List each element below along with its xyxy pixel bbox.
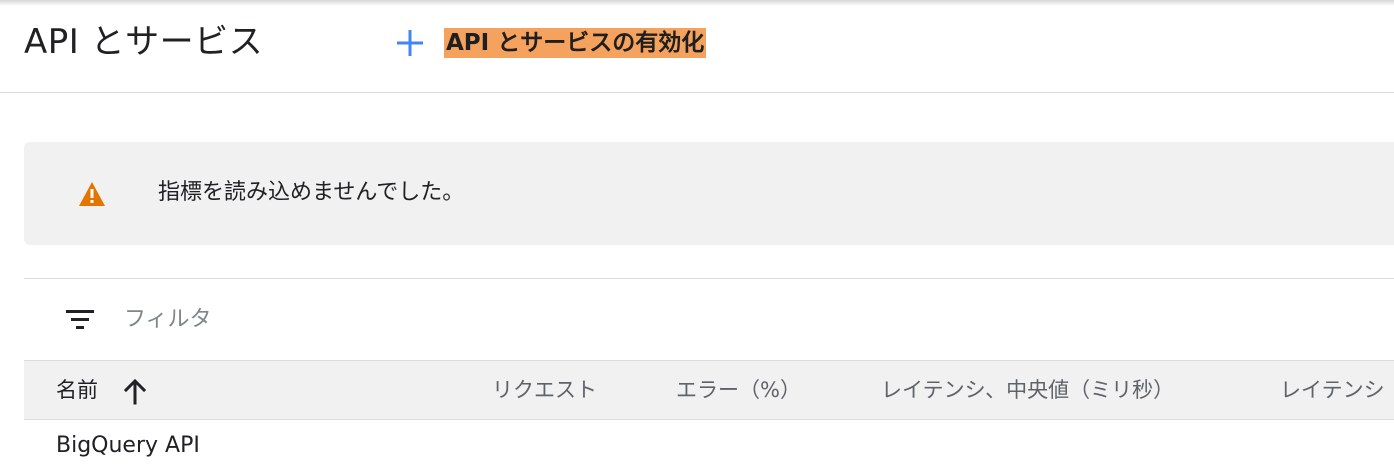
alert-message: 指標を読み込めませんでした。 bbox=[158, 180, 465, 205]
filter-bar bbox=[24, 278, 1394, 361]
column-header-errors[interactable]: エラー（%） bbox=[676, 361, 801, 419]
enable-apis-button[interactable]: API とサービスの有効化 bbox=[392, 24, 707, 62]
api-services-page: API とサービス API とサービスの有効化 指標を読み込めませんでした。 フ… bbox=[0, 0, 1394, 474]
page-header: API とサービス API とサービスの有効化 bbox=[0, 0, 1394, 93]
enable-apis-label: API とサービスの有効化 bbox=[444, 28, 707, 58]
plus-icon bbox=[392, 25, 428, 61]
page-title: API とサービス bbox=[24, 22, 264, 62]
column-header-name[interactable]: 名前 bbox=[56, 361, 98, 419]
filter-input[interactable] bbox=[124, 301, 524, 337]
table-header-row: 名前 リクエスト エラー（%） レイテンシ、中央値（ミリ秒） レイテンシ bbox=[24, 360, 1394, 420]
filter-icon[interactable] bbox=[66, 309, 94, 329]
sort-ascending-icon[interactable] bbox=[122, 377, 148, 405]
column-header-latency-median[interactable]: レイテンシ、中央値（ミリ秒） bbox=[881, 361, 1174, 419]
column-header-latency[interactable]: レイテンシ bbox=[1280, 361, 1385, 419]
column-header-requests[interactable]: リクエスト bbox=[492, 361, 597, 419]
table-row-name-link[interactable]: BigQuery API bbox=[56, 430, 200, 462]
warning-icon bbox=[77, 180, 107, 208]
metrics-error-alert: 指標を読み込めませんでした。 bbox=[24, 142, 1394, 245]
top-shadow bbox=[0, 0, 1394, 6]
